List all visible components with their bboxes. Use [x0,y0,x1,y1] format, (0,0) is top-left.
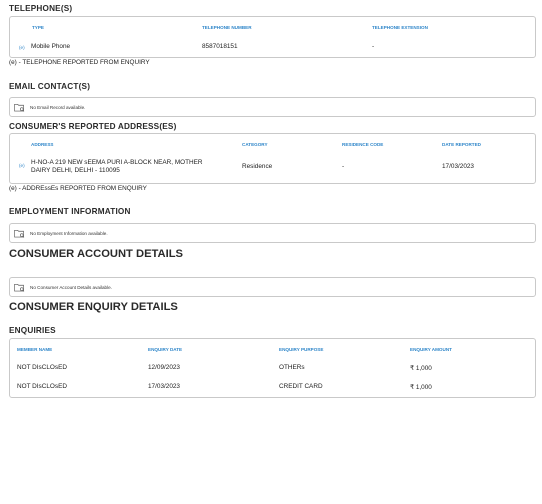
enquiry-purpose: CREDIT CARD [279,383,323,390]
address-section-title: CONSUMER'S REPORTED ADDRESS(ES) [9,122,177,131]
employment-empty-text: No Employment Information available. [30,230,108,236]
telephone-note: (e) - TELEPHONE REPORTED FROM ENQUIRY [9,59,150,66]
enquiries-header-amount: ENQUIRY AMOUNT [410,347,452,352]
telephone-header-extension: TELEPHONE EXTENSION [372,25,428,30]
email-box: No Email Record available. [9,97,536,117]
enquiry-member: NOT DIsCLOsED [17,383,67,390]
folder-search-icon [14,103,25,112]
employment-box: No Employment Information available. [9,223,536,243]
address-header-category: CATEGORY [242,142,268,147]
account-empty-text: No Consumer Account Details available. [30,284,112,290]
enquiry-date: 17/03/2023 [148,383,180,390]
telephone-extension: - [372,43,375,50]
enquiry-amount: ₹ 1,000 [410,365,432,372]
address-category: Residence [242,163,273,170]
folder-search-icon [14,229,25,238]
employment-section-title: EMPLOYMENT INFORMATION [9,207,131,216]
address-header-address: ADDRESS [31,142,54,147]
address-note: (e) - ADDREssEs REPORTED FROM ENQUIRY [9,185,147,192]
enquiry-amount: ₹ 1,000 [410,384,432,391]
address-header-date: DATE REPORTED [442,142,481,147]
email-empty-state: No Email Record available. [14,98,85,116]
enquiries-header-purpose: ENQUIRY PURPOSE [279,347,324,352]
enquiry-tag: (e) [19,45,25,50]
enquiry-details-title: CONSUMER ENQUIRY DETAILS [9,301,178,313]
address-residence-code: - [342,163,345,170]
enquiries-section-title: ENQUIRIES [9,326,56,335]
address-table: ADDRESS CATEGORY RESIDENCE CODE DATE REP… [9,133,536,184]
enquiries-table: MEMBER NAME ENQUIRY DATE ENQUIRY PURPOSE… [9,338,536,398]
telephone-table: TYPE TELEPHONE NUMBER TELEPHONE EXTENSIO… [9,16,536,58]
email-section-title: EMAIL CONTACT(S) [9,82,91,91]
enquiries-header-member: MEMBER NAME [17,347,53,352]
folder-search-icon [14,283,25,292]
address-header-residence-code: RESIDENCE CODE [342,142,384,147]
telephone-header-number: TELEPHONE NUMBER [202,25,252,30]
email-empty-text: No Email Record available. [30,104,86,110]
address-line1: H-NO-A 219 NEW sEEMA PURI A-BLOCK NEAR, … [31,159,203,166]
enquiry-member: NOT DIsCLOsED [17,364,67,371]
address-date: 17/03/2023 [442,163,474,170]
employment-empty-state: No Employment Information available. [14,224,108,242]
account-empty-state: No Consumer Account Details available. [14,278,112,296]
telephone-header-type: TYPE [32,25,44,30]
account-box: No Consumer Account Details available. [9,277,536,297]
telephone-number: 8587018151 [202,43,238,50]
address-line2: DAIRY DELHI, DELHI - 110095 [31,167,120,174]
enquiry-tag: (e) [19,163,25,168]
account-section-title: CONSUMER ACCOUNT DETAILS [9,248,184,260]
telephone-type: Mobile Phone [31,43,71,50]
enquiry-purpose: OTHERs [279,364,305,371]
telephone-section-title: TELEPHONE(S) [9,4,73,13]
enquiry-date: 12/09/2023 [148,364,180,371]
enquiries-header-date: ENQUIRY DATE [148,347,183,352]
